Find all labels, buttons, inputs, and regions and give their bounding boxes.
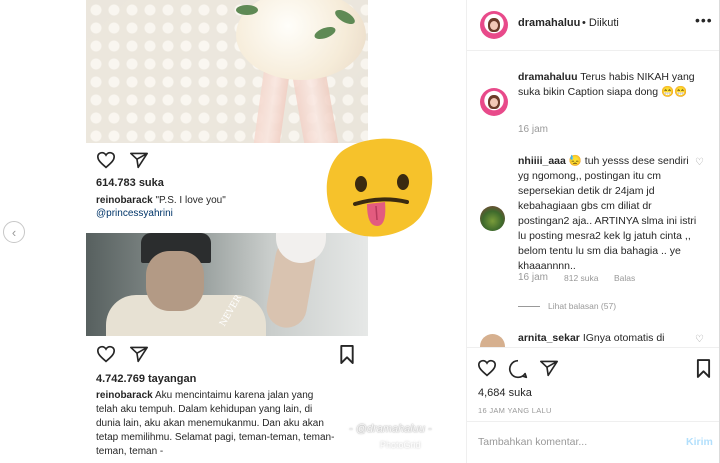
tongue-out-emoji-sticker [326, 138, 433, 237]
watermark-photogrid: PhotoGrid [380, 440, 421, 450]
header-username[interactable]: dramahaluu [518, 17, 580, 29]
caption-user[interactable]: reinobarack [96, 195, 153, 206]
comment-time: 16 jam [518, 272, 549, 283]
comment-user[interactable]: arnita_sekar [518, 332, 580, 344]
comment-time: 16 jam [518, 124, 549, 135]
comment-text: IGnya otomatis di [582, 332, 665, 344]
post-date: 16 JAM YANG LALU [478, 406, 552, 415]
follow-status[interactable]: • Diikuti [582, 17, 619, 29]
add-comment-bar: Tambahkan komentar... Kirim [467, 421, 719, 462]
action-bar: 4,684 suka 16 JAM YANG LALU Tambahkan ko… [467, 347, 719, 462]
second-post-views: 4.742.769 tayangan [96, 373, 197, 385]
share-icon[interactable] [129, 345, 149, 363]
comment-user[interactable]: nhiiii_aaa [518, 155, 566, 167]
post-comment-button[interactable]: Kirim [686, 436, 713, 448]
likes-count[interactable]: 4,684 suka [478, 387, 532, 399]
comment-like-icon[interactable]: ♡ [695, 334, 704, 345]
chevron-left-icon[interactable]: ‹ [3, 221, 25, 243]
comment-body: nhiiii_aaa 😓 tuh yesss dese sendiri yg n… [518, 154, 698, 274]
comments-list: dramahaluu Terus habis NIKAH yang suka b… [467, 51, 719, 347]
heart-icon[interactable] [96, 345, 116, 363]
mention-link[interactable]: @princessyahrini [96, 208, 173, 219]
share-icon[interactable] [539, 359, 559, 377]
avatar[interactable] [480, 11, 508, 39]
list-item: dramahaluu Terus habis NIKAH yang suka b… [467, 51, 719, 151]
post-media: ‹ 614.783 suka reinobarack "P.S. I love … [0, 0, 467, 463]
first-post-actions [96, 151, 358, 173]
comment-body: arnita_sekar IGnya otomatis di [518, 331, 698, 346]
wedding-bouquet-photo [86, 0, 368, 143]
caption-text: "P.S. I love you" [155, 195, 226, 206]
comment-like-icon[interactable]: ♡ [695, 157, 704, 168]
heart-icon[interactable] [477, 359, 497, 377]
post-header: dramahaluu • Diikuti ••• [467, 0, 719, 51]
second-post-caption: reinobarack Aku mencintaimu karena jalan… [96, 389, 336, 459]
list-item: arnita_sekar IGnya otomatis di ♡ [467, 326, 719, 347]
comment-user[interactable]: dramahaluu [518, 71, 578, 83]
first-post-caption: reinobarack "P.S. I love you" [96, 194, 358, 208]
avatar[interactable] [480, 206, 505, 231]
divider [518, 306, 540, 307]
caption-user[interactable]: reinobarack [96, 390, 153, 401]
groom-photo: NEVER [86, 233, 368, 336]
comment-text: 😓 tuh yesss dese sendiri yg ngomong,, po… [518, 155, 697, 272]
share-icon[interactable] [129, 151, 149, 169]
comment-body: dramahaluu Terus habis NIKAH yang suka b… [518, 70, 708, 100]
comment-icon[interactable] [508, 359, 528, 379]
bookmark-icon[interactable] [696, 359, 711, 378]
heart-icon[interactable] [96, 151, 116, 169]
post-sidebar: dramahaluu • Diikuti ••• dramahaluu Teru… [467, 0, 719, 463]
view-replies-button[interactable]: Lihat balasan (57) [548, 301, 616, 311]
list-item: nhiiii_aaa 😓 tuh yesss dese sendiri yg n… [467, 151, 719, 331]
bookmark-icon[interactable] [339, 345, 355, 364]
more-options-icon[interactable]: ••• [695, 12, 713, 28]
comment-input[interactable]: Tambahkan komentar... [478, 436, 587, 448]
reply-button[interactable]: Balas [614, 273, 635, 283]
second-post-actions [96, 345, 358, 367]
avatar[interactable] [480, 88, 508, 116]
watermark: - @dramahaluu - [349, 423, 432, 435]
comment-likes[interactable]: 812 suka [564, 273, 599, 283]
first-post-likes: 614.783 suka [96, 177, 164, 189]
avatar[interactable] [480, 334, 505, 347]
